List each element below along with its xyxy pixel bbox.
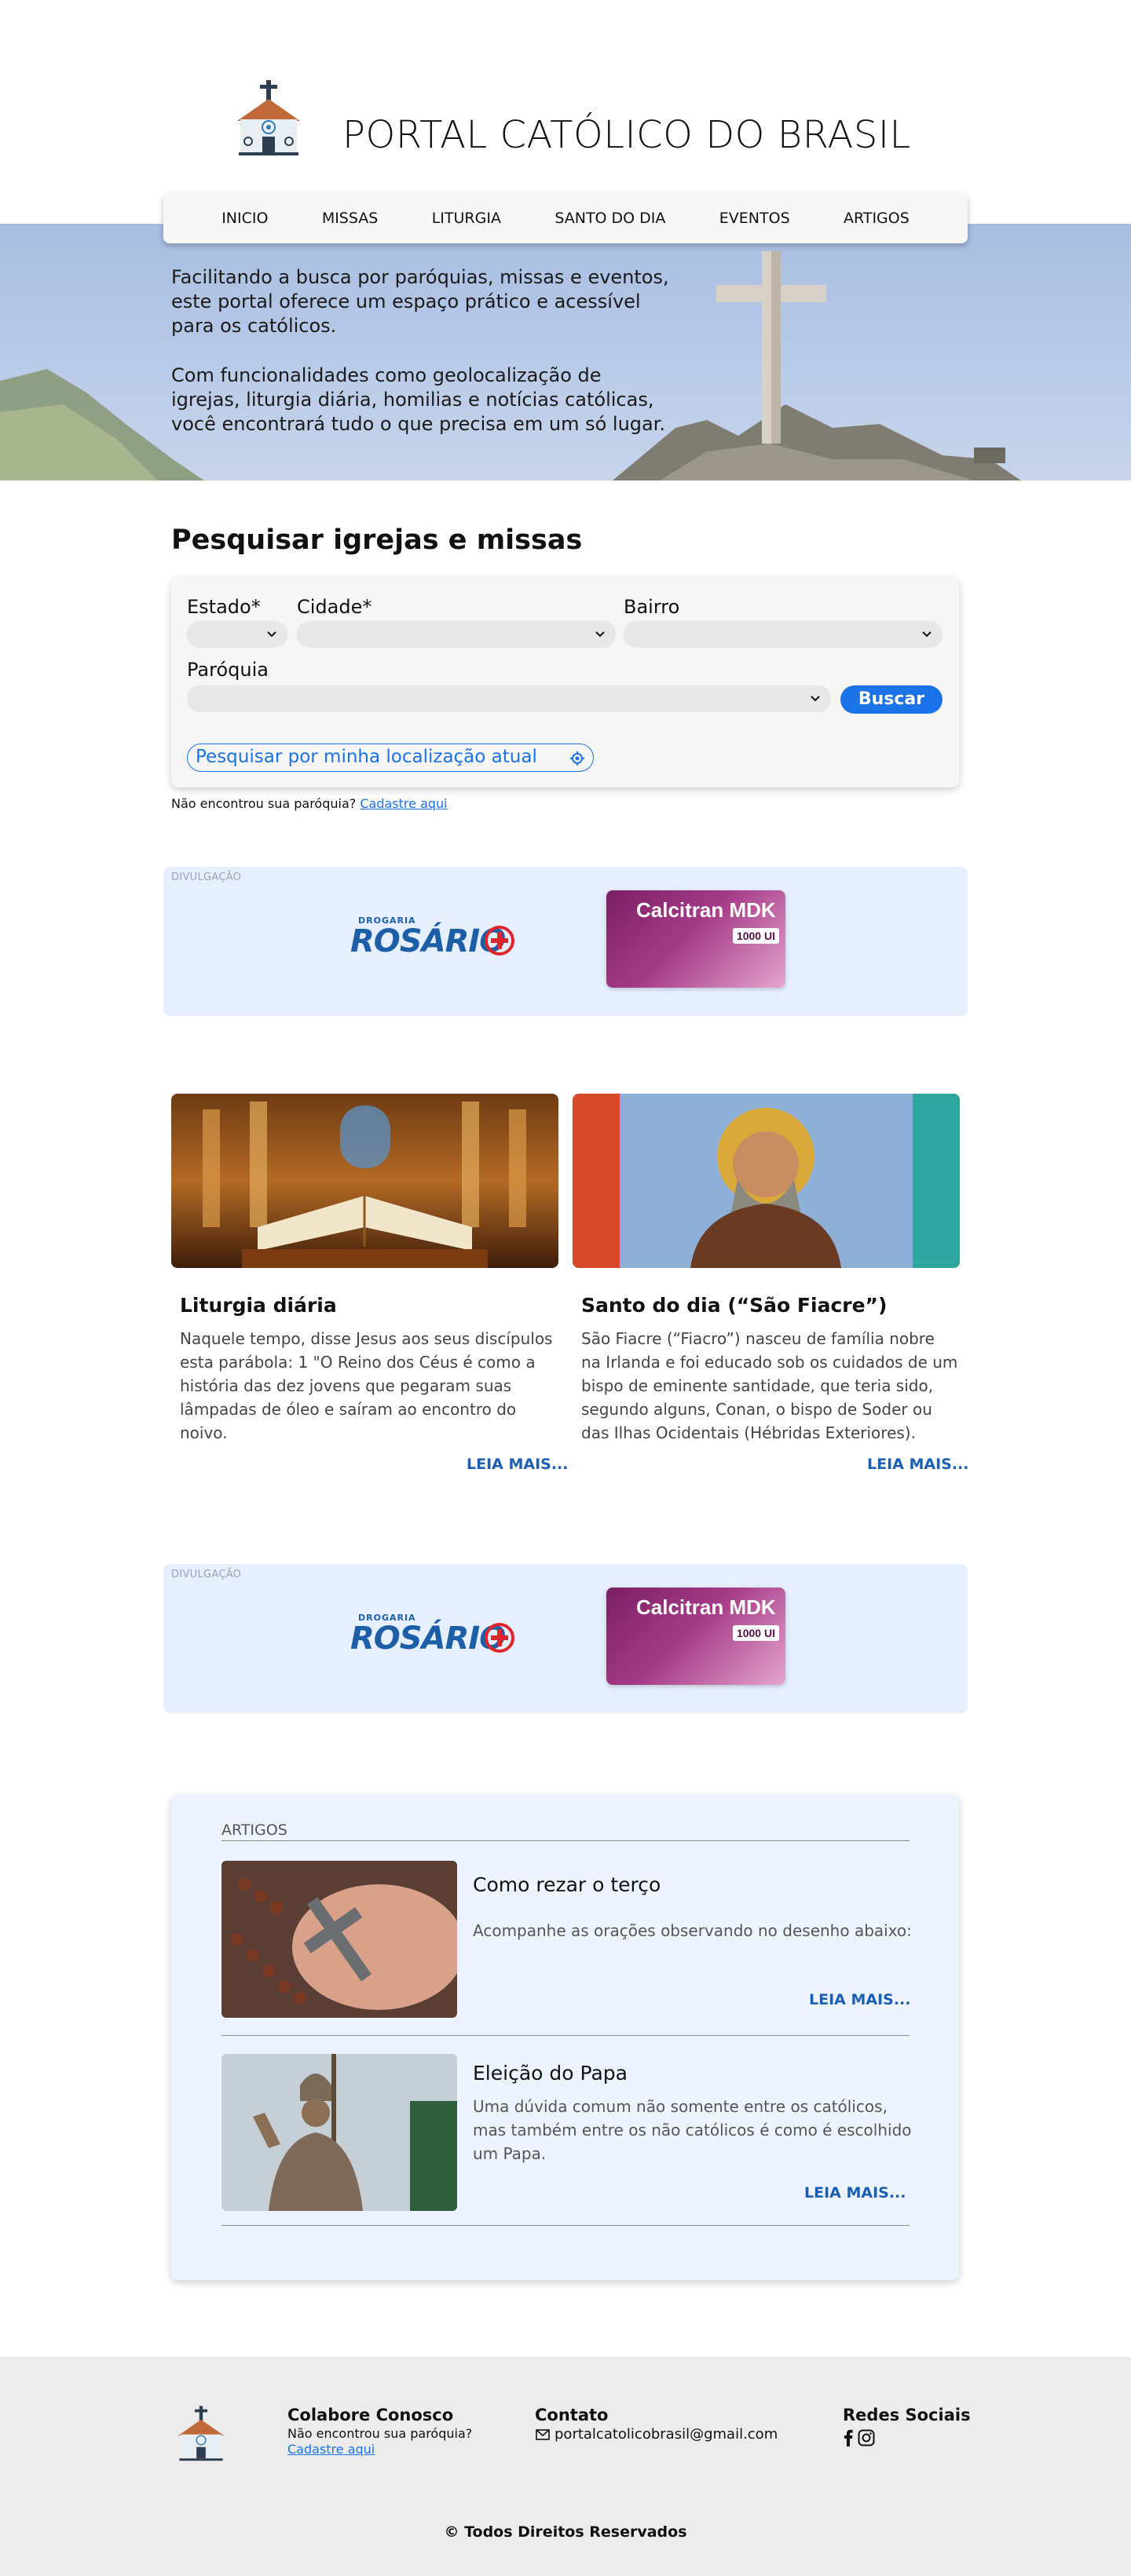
saint-stained-glass-image bbox=[573, 1094, 960, 1268]
register-prompt-text: Não encontrou sua paróquia? bbox=[171, 796, 357, 811]
article-read-more-link[interactable]: LEIA MAIS... bbox=[804, 2184, 906, 2201]
church-icon bbox=[237, 80, 300, 155]
register-prompt: Não encontrou sua paróquia? Cadastre aqu… bbox=[171, 796, 448, 811]
paroquia-label: Paróquia bbox=[187, 659, 269, 681]
footer-contato-title: Contato bbox=[535, 2406, 609, 2424]
footer-colabore-title: Colabore Conosco bbox=[287, 2406, 454, 2424]
footer-redes-title: Redes Sociais bbox=[843, 2406, 971, 2424]
calcitran-product-image: Calcitran MDK 1000 UI bbox=[606, 890, 785, 988]
liturgia-title: Liturgia diária bbox=[180, 1294, 337, 1317]
footer-email[interactable]: portalcatolicobrasil@gmail.com bbox=[555, 2426, 778, 2443]
liturgia-image[interactable] bbox=[171, 1094, 558, 1268]
ad-product-dose: 1000 UI bbox=[732, 1625, 779, 1641]
nav-missas[interactable]: MISSAS bbox=[322, 210, 379, 227]
bairro-label: Bairro bbox=[624, 596, 680, 618]
red-cross-icon bbox=[485, 1623, 514, 1653]
divider bbox=[221, 2225, 910, 2226]
advertisement-banner[interactable]: DIVULGAÇÃO DROGARIA ROSÁRIO Calcitran MD… bbox=[163, 867, 968, 1016]
location-target-icon bbox=[570, 751, 584, 765]
hero-paragraph-2: Com funcionalidades como geolocalização … bbox=[171, 364, 666, 435]
ad-logo-main: ROSÁRIO bbox=[350, 1621, 506, 1657]
hero-description: Facilitando a busca por paróquias, missa… bbox=[171, 265, 674, 462]
articles-header: ARTIGOS bbox=[221, 1821, 287, 1839]
chevron-down-icon bbox=[595, 631, 605, 638]
search-form: Estado* Cidade* Bairro Paróquia Buscar P… bbox=[171, 577, 959, 787]
search-title: Pesquisar igrejas e missas bbox=[171, 524, 583, 556]
church-icon bbox=[178, 2406, 225, 2461]
instagram-icon[interactable] bbox=[858, 2429, 875, 2446]
cidade-select[interactable] bbox=[297, 621, 616, 648]
ad-product-brand: Calcitran MDK bbox=[636, 1595, 776, 1619]
pope-statue-image bbox=[221, 2054, 457, 2211]
footer-logo[interactable] bbox=[171, 2402, 231, 2465]
advertisement-banner[interactable]: DIVULGAÇÃO DROGARIA ROSÁRIO Calcitran MD… bbox=[163, 1564, 968, 1713]
nav-eventos[interactable]: EVENTOS bbox=[719, 210, 790, 227]
ad-product-brand: Calcitran MDK bbox=[636, 898, 776, 922]
drogaria-rosario-logo: DROGARIA ROSÁRIO bbox=[350, 915, 519, 963]
footer: Colabore Conosco Não encontrou sua paróq… bbox=[0, 2357, 1131, 2576]
liturgia-read-more-link[interactable]: LEIA MAIS... bbox=[467, 1456, 569, 1473]
santo-do-dia-text: São Fiacre (“Fiacro”) nasceu de família … bbox=[581, 1329, 958, 1442]
cidade-label: Cidade* bbox=[297, 596, 372, 618]
bible-cathedral-image bbox=[171, 1094, 558, 1268]
bairro-select[interactable] bbox=[624, 621, 942, 648]
chevron-down-icon bbox=[811, 696, 820, 702]
chevron-down-icon bbox=[922, 631, 932, 638]
main-navbar: INICIO MISSAS LITURGIA SANTO DO DIA EVEN… bbox=[163, 193, 968, 243]
santo-do-dia-read-more-link[interactable]: LEIA MAIS... bbox=[867, 1456, 969, 1473]
article-text-terco: Acompanhe as orações observando no desen… bbox=[473, 1921, 912, 1940]
article-read-more-link[interactable]: LEIA MAIS... bbox=[809, 1991, 911, 2008]
drogaria-rosario-logo: DROGARIA ROSÁRIO bbox=[350, 1613, 519, 1660]
facebook-icon[interactable] bbox=[844, 2429, 853, 2446]
ad-logo-main: ROSÁRIO bbox=[350, 923, 506, 959]
footer-register-link[interactable]: Cadastre aqui bbox=[287, 2442, 375, 2457]
estado-select[interactable] bbox=[187, 621, 287, 648]
nav-liturgia[interactable]: LITURGIA bbox=[432, 210, 501, 227]
site-logo[interactable] bbox=[228, 75, 309, 162]
copyright: © Todos Direitos Reservados bbox=[444, 2523, 687, 2541]
mail-icon bbox=[536, 2429, 550, 2440]
articles-section: ARTIGOS Como rezar o terço Acompanhe as … bbox=[171, 1795, 959, 2280]
geolocation-label: Pesquisar por minha localização atual bbox=[196, 747, 537, 767]
rosary-hand-image bbox=[221, 1861, 457, 2018]
santo-do-dia-image[interactable] bbox=[573, 1094, 960, 1268]
chevron-down-icon bbox=[267, 631, 276, 638]
article-title-papa[interactable]: Eleição do Papa bbox=[473, 2062, 628, 2085]
ad-product-dose: 1000 UI bbox=[732, 928, 779, 944]
rosary-image[interactable] bbox=[221, 1861, 457, 2018]
divider bbox=[221, 2035, 910, 2036]
nav-santo-do-dia[interactable]: SANTO DO DIA bbox=[555, 210, 665, 227]
hero-paragraph-1: Facilitando a busca por paróquias, missa… bbox=[171, 266, 669, 337]
site-title: PORTAL CATÓLICO DO BRASIL bbox=[342, 113, 911, 157]
divider bbox=[221, 1840, 910, 1841]
nav-inicio[interactable]: INICIO bbox=[221, 210, 268, 227]
ad-label: DIVULGAÇÃO bbox=[171, 1569, 242, 1580]
nav-artigos[interactable]: ARTIGOS bbox=[844, 210, 910, 227]
geolocation-button[interactable]: Pesquisar por minha localização atual bbox=[187, 744, 594, 772]
paroquia-select[interactable] bbox=[187, 685, 831, 712]
footer-colabore-text: Não encontrou sua paróquia? bbox=[287, 2426, 473, 2441]
buscar-button[interactable]: Buscar bbox=[840, 685, 942, 714]
liturgia-text: Naquele tempo, disse Jesus aos seus disc… bbox=[180, 1329, 553, 1442]
santo-do-dia-title: Santo do dia (“São Fiacre”) bbox=[581, 1294, 888, 1317]
red-cross-icon bbox=[485, 926, 514, 955]
ad-label: DIVULGAÇÃO bbox=[171, 871, 242, 883]
article-title-terco[interactable]: Como rezar o terço bbox=[473, 1873, 661, 1896]
register-link[interactable]: Cadastre aqui bbox=[360, 796, 447, 811]
pope-image[interactable] bbox=[221, 2054, 457, 2211]
calcitran-product-image: Calcitran MDK 1000 UI bbox=[606, 1588, 785, 1685]
article-text-papa: Uma dúvida comum não somente entre os ca… bbox=[473, 2097, 912, 2163]
estado-label: Estado* bbox=[187, 596, 261, 618]
